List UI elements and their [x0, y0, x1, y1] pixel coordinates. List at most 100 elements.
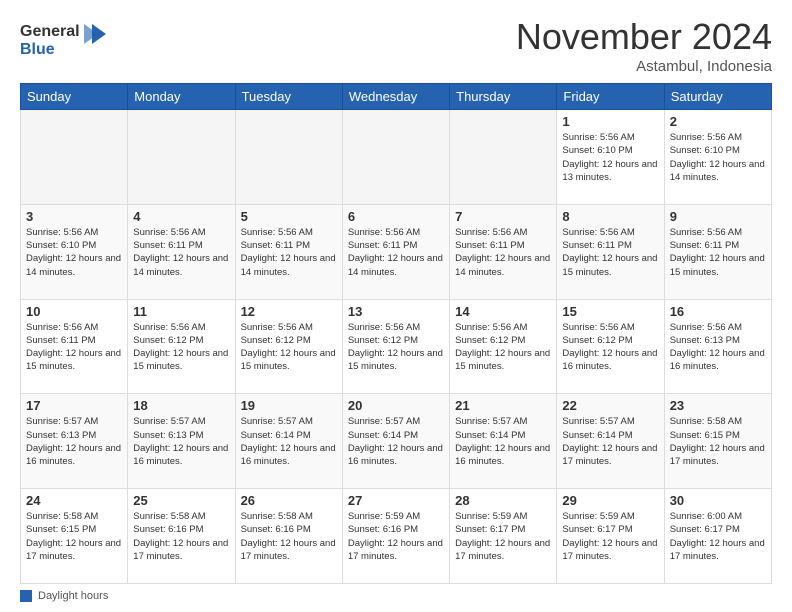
day-number: 27 [348, 493, 444, 508]
svg-text:General: General [20, 23, 80, 40]
day-info: Sunrise: 5:56 AMSunset: 6:11 PMDaylight:… [133, 226, 229, 279]
header: General Blue November 2024 Astambul, Ind… [20, 16, 772, 75]
calendar-cell: 23 Sunrise: 5:58 AMSunset: 6:15 PMDayligh… [664, 394, 771, 489]
day-info: Sunrise: 5:56 AMSunset: 6:11 PMDaylight:… [455, 226, 551, 279]
day-number: 16 [670, 304, 766, 319]
day-info: Sunrise: 5:59 AMSunset: 6:16 PMDaylight:… [348, 510, 444, 563]
day-number: 12 [241, 304, 337, 319]
day-info: Sunrise: 5:56 AMSunset: 6:10 PMDaylight:… [26, 226, 122, 279]
location-subtitle: Astambul, Indonesia [516, 58, 772, 75]
calendar-cell: 17 Sunrise: 5:57 AMSunset: 6:13 PMDayligh… [21, 394, 128, 489]
logo-text: General Blue [20, 16, 110, 66]
calendar-week-4: 24 Sunrise: 5:58 AMSunset: 6:15 PMDayligh… [21, 489, 772, 584]
day-number: 24 [26, 493, 122, 508]
page: General Blue November 2024 Astambul, Ind… [0, 0, 792, 612]
calendar-cell: 10 Sunrise: 5:56 AMSunset: 6:11 PMDayligh… [21, 299, 128, 394]
day-info: Sunrise: 5:58 AMSunset: 6:16 PMDaylight:… [241, 510, 337, 563]
calendar-cell: 24 Sunrise: 5:58 AMSunset: 6:15 PMDayligh… [21, 489, 128, 584]
col-header-monday: Monday [128, 84, 235, 110]
day-number: 6 [348, 209, 444, 224]
calendar-cell: 12 Sunrise: 5:56 AMSunset: 6:12 PMDayligh… [235, 299, 342, 394]
day-info: Sunrise: 5:59 AMSunset: 6:17 PMDaylight:… [562, 510, 658, 563]
col-header-tuesday: Tuesday [235, 84, 342, 110]
calendar-cell: 29Sunrise: 5:59 AMSunset: 6:17 PMDayligh… [557, 489, 664, 584]
logo: General Blue [20, 16, 110, 66]
calendar-cell: 30Sunrise: 6:00 AMSunset: 6:17 PMDayligh… [664, 489, 771, 584]
col-header-saturday: Saturday [664, 84, 771, 110]
day-number: 1 [562, 114, 658, 129]
calendar-cell [450, 110, 557, 205]
calendar-cell: 6 Sunrise: 5:56 AMSunset: 6:11 PMDaylight… [342, 204, 449, 299]
day-number: 26 [241, 493, 337, 508]
col-header-friday: Friday [557, 84, 664, 110]
daylight-label: Daylight hours [38, 590, 108, 602]
day-number: 21 [455, 398, 551, 413]
day-number: 17 [26, 398, 122, 413]
calendar-cell: 20Sunrise: 5:57 AMSunset: 6:14 PMDayligh… [342, 394, 449, 489]
day-number: 14 [455, 304, 551, 319]
day-number: 23 [670, 398, 766, 413]
day-info: Sunrise: 5:58 AMSunset: 6:15 PMDaylight:… [26, 510, 122, 563]
logo-svg: General Blue [20, 16, 110, 61]
day-info: Sunrise: 5:56 AMSunset: 6:12 PMDaylight:… [241, 321, 337, 374]
day-info: Sunrise: 5:58 AMSunset: 6:16 PMDaylight:… [133, 510, 229, 563]
calendar-cell [128, 110, 235, 205]
day-info: Sunrise: 5:56 AMSunset: 6:12 PMDaylight:… [455, 321, 551, 374]
day-info: Sunrise: 5:57 AMSunset: 6:14 PMDaylight:… [241, 415, 337, 468]
svg-text:Blue: Blue [20, 41, 55, 58]
calendar-cell: 3 Sunrise: 5:56 AMSunset: 6:10 PMDaylight… [21, 204, 128, 299]
day-info: Sunrise: 5:57 AMSunset: 6:13 PMDaylight:… [26, 415, 122, 468]
calendar-cell: 9Sunrise: 5:56 AMSunset: 6:11 PMDaylight… [664, 204, 771, 299]
day-info: Sunrise: 5:58 AMSunset: 6:15 PMDaylight:… [670, 415, 766, 468]
day-number: 19 [241, 398, 337, 413]
footer: Daylight hours [20, 590, 772, 602]
day-number: 18 [133, 398, 229, 413]
day-info: Sunrise: 5:56 AMSunset: 6:11 PMDaylight:… [670, 226, 766, 279]
day-number: 5 [241, 209, 337, 224]
day-number: 4 [133, 209, 229, 224]
day-number: 3 [26, 209, 122, 224]
calendar-cell [235, 110, 342, 205]
day-info: Sunrise: 5:56 AMSunset: 6:13 PMDaylight:… [670, 321, 766, 374]
calendar-cell: 22Sunrise: 5:57 AMSunset: 6:14 PMDayligh… [557, 394, 664, 489]
day-number: 25 [133, 493, 229, 508]
calendar-cell: 14 Sunrise: 5:56 AMSunset: 6:12 PMDayligh… [450, 299, 557, 394]
day-info: Sunrise: 5:56 AMSunset: 6:11 PMDaylight:… [562, 226, 658, 279]
daylight-dot [20, 590, 32, 602]
calendar-week-1: 3 Sunrise: 5:56 AMSunset: 6:10 PMDaylight… [21, 204, 772, 299]
col-header-sunday: Sunday [21, 84, 128, 110]
calendar-cell: 25 Sunrise: 5:58 AMSunset: 6:16 PMDayligh… [128, 489, 235, 584]
calendar-cell: 7 Sunrise: 5:56 AMSunset: 6:11 PMDaylight… [450, 204, 557, 299]
day-number: 7 [455, 209, 551, 224]
day-number: 28 [455, 493, 551, 508]
day-info: Sunrise: 5:57 AMSunset: 6:14 PMDaylight:… [562, 415, 658, 468]
day-info: Sunrise: 5:57 AMSunset: 6:14 PMDaylight:… [455, 415, 551, 468]
calendar-cell: 5 Sunrise: 5:56 AMSunset: 6:11 PMDaylight… [235, 204, 342, 299]
col-header-thursday: Thursday [450, 84, 557, 110]
calendar-cell: 27 Sunrise: 5:59 AMSunset: 6:16 PMDayligh… [342, 489, 449, 584]
calendar-cell: 28Sunrise: 5:59 AMSunset: 6:17 PMDayligh… [450, 489, 557, 584]
calendar-table: SundayMondayTuesdayWednesdayThursdayFrid… [20, 83, 772, 584]
day-info: Sunrise: 5:56 AMSunset: 6:11 PMDaylight:… [26, 321, 122, 374]
calendar-cell: 21 Sunrise: 5:57 AMSunset: 6:14 PMDayligh… [450, 394, 557, 489]
day-info: Sunrise: 5:56 AMSunset: 6:11 PMDaylight:… [348, 226, 444, 279]
day-info: Sunrise: 5:56 AMSunset: 6:12 PMDaylight:… [348, 321, 444, 374]
calendar-cell: 16 Sunrise: 5:56 AMSunset: 6:13 PMDayligh… [664, 299, 771, 394]
calendar-cell [342, 110, 449, 205]
day-number: 30 [670, 493, 766, 508]
calendar-cell: 15Sunrise: 5:56 AMSunset: 6:12 PMDayligh… [557, 299, 664, 394]
calendar-cell: 26 Sunrise: 5:58 AMSunset: 6:16 PMDayligh… [235, 489, 342, 584]
calendar-cell: 18Sunrise: 5:57 AMSunset: 6:13 PMDayligh… [128, 394, 235, 489]
day-number: 10 [26, 304, 122, 319]
day-number: 11 [133, 304, 229, 319]
day-info: Sunrise: 5:56 AMSunset: 6:11 PMDaylight:… [241, 226, 337, 279]
title-section: November 2024 Astambul, Indonesia [516, 16, 772, 75]
calendar-cell: 11 Sunrise: 5:56 AMSunset: 6:12 PMDayligh… [128, 299, 235, 394]
calendar-week-0: 1 Sunrise: 5:56 AMSunset: 6:10 PMDaylight… [21, 110, 772, 205]
day-info: Sunrise: 5:56 AMSunset: 6:10 PMDaylight:… [670, 131, 766, 184]
calendar-cell: 8 Sunrise: 5:56 AMSunset: 6:11 PMDaylight… [557, 204, 664, 299]
month-title: November 2024 [516, 16, 772, 58]
col-header-wednesday: Wednesday [342, 84, 449, 110]
day-info: Sunrise: 5:56 AMSunset: 6:12 PMDaylight:… [133, 321, 229, 374]
day-number: 8 [562, 209, 658, 224]
